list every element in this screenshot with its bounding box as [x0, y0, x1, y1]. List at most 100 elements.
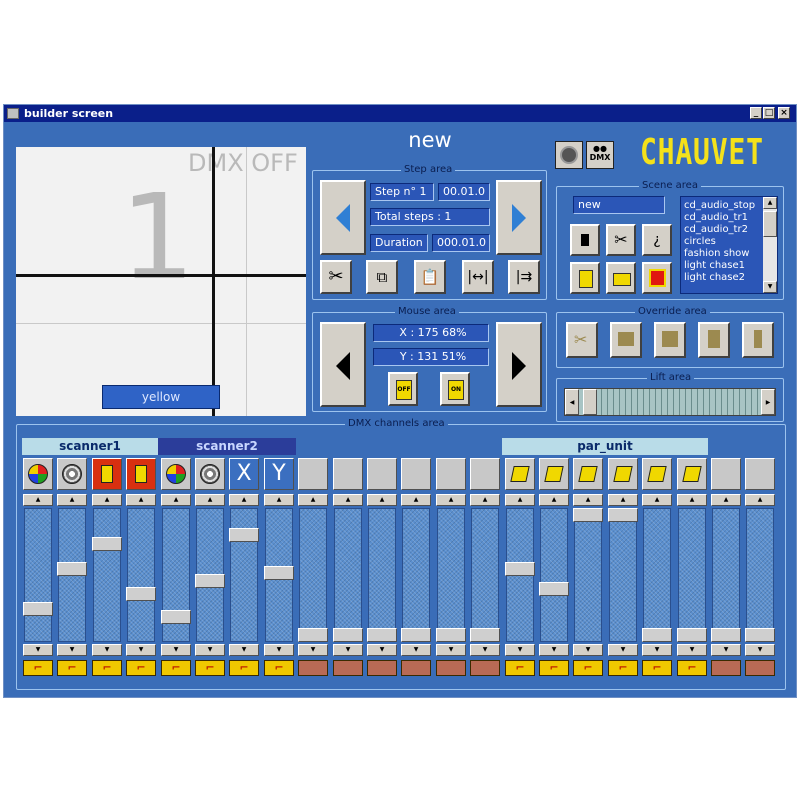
scroll-thumb[interactable]	[763, 211, 777, 237]
mouse-on-button[interactable]: ON	[440, 372, 470, 406]
open-scene-button[interactable]	[606, 262, 636, 294]
channel-down-button[interactable]: ▼	[92, 644, 122, 656]
override-button[interactable]	[654, 322, 686, 358]
scene-list-item[interactable]: circles	[684, 236, 716, 247]
channel-fader-knob[interactable]	[126, 587, 156, 601]
channel-fader-track[interactable]	[540, 508, 568, 642]
channel-down-button[interactable]: ▼	[608, 644, 638, 656]
copy-step-button[interactable]: ⧉	[366, 260, 398, 294]
step-mode-button[interactable]: ⌐	[642, 660, 672, 676]
channel-down-button[interactable]: ▼	[470, 644, 500, 656]
channel-up-button[interactable]: ▲	[608, 494, 638, 506]
channel-fader-knob[interactable]	[92, 537, 122, 551]
scroll-up-button[interactable]: ▲	[763, 197, 777, 209]
fade-mode-button[interactable]	[470, 660, 500, 676]
channel-fader-knob[interactable]	[264, 566, 294, 580]
step-time-field[interactable]: 00.01.0	[438, 183, 490, 201]
channel-up-button[interactable]: ▲	[745, 494, 775, 506]
scene-list-item[interactable]: light chase2	[684, 272, 745, 283]
channel-up-button[interactable]: ▲	[505, 494, 535, 506]
previous-step-button[interactable]	[320, 180, 366, 255]
step-mode-button[interactable]: ⌐	[608, 660, 638, 676]
channel-down-button[interactable]: ▼	[367, 644, 397, 656]
override-button[interactable]	[698, 322, 730, 358]
maximize-button[interactable]: □	[763, 107, 775, 119]
channel-up-button[interactable]: ▲	[573, 494, 603, 506]
channel-fader-knob[interactable]	[333, 628, 363, 642]
scene-list-item[interactable]: cd_audio_stop	[684, 200, 755, 211]
mouse-right-button[interactable]	[496, 322, 542, 407]
channel-down-button[interactable]: ▼	[505, 644, 535, 656]
channel-up-button[interactable]: ▲	[367, 494, 397, 506]
channel-down-button[interactable]: ▼	[229, 644, 259, 656]
step-mode-button[interactable]: ⌐	[264, 660, 294, 676]
step-mode-button[interactable]: ⌐	[161, 660, 191, 676]
channel-up-button[interactable]: ▲	[333, 494, 363, 506]
channel-function-button[interactable]	[298, 458, 328, 490]
channel-fader-knob[interactable]	[367, 628, 397, 642]
fade-mode-button[interactable]	[745, 660, 775, 676]
channel-function-button[interactable]	[539, 458, 569, 490]
channel-down-button[interactable]: ▼	[298, 644, 328, 656]
channel-down-button[interactable]: ▼	[161, 644, 191, 656]
channel-fader-knob[interactable]	[573, 508, 603, 522]
channel-function-button[interactable]	[608, 458, 638, 490]
channel-down-button[interactable]: ▼	[745, 644, 775, 656]
channel-function-button[interactable]	[401, 458, 431, 490]
fade-mode-button[interactable]	[436, 660, 466, 676]
channel-up-button[interactable]: ▲	[23, 494, 53, 506]
channel-down-button[interactable]: ▼	[711, 644, 741, 656]
scene-list-item[interactable]: cd_audio_tr1	[684, 212, 748, 223]
channel-fader-knob[interactable]	[401, 628, 431, 642]
scene-name-field[interactable]: new	[573, 196, 665, 214]
channel-up-button[interactable]: ▲	[92, 494, 122, 506]
channel-fader-track[interactable]	[609, 508, 637, 642]
next-step-button[interactable]	[496, 180, 542, 255]
new-scene-button[interactable]	[570, 262, 600, 294]
channel-fader-track[interactable]	[712, 508, 740, 642]
mouse-left-button[interactable]	[320, 322, 366, 407]
channel-function-button[interactable]	[436, 458, 466, 490]
channel-down-button[interactable]: ▼	[333, 644, 363, 656]
append-step-button[interactable]: |⇉	[508, 260, 540, 294]
channel-function-button[interactable]	[23, 458, 53, 490]
minimize-button[interactable]: _	[750, 107, 762, 119]
channel-fader-knob[interactable]	[608, 508, 638, 522]
channel-fader-knob[interactable]	[161, 610, 191, 624]
channel-fader-track[interactable]	[678, 508, 706, 642]
override-button[interactable]	[610, 322, 642, 358]
step-mode-button[interactable]: ⌐	[126, 660, 156, 676]
channel-fader-knob[interactable]	[745, 628, 775, 642]
channel-up-button[interactable]: ▲	[642, 494, 672, 506]
channel-function-button[interactable]	[745, 458, 775, 490]
channel-down-button[interactable]: ▼	[642, 644, 672, 656]
channel-fader-track[interactable]	[93, 508, 121, 642]
channel-down-button[interactable]: ▼	[573, 644, 603, 656]
channel-fader-knob[interactable]	[57, 562, 87, 576]
lift-slider[interactable]: ◀ ▶	[564, 388, 776, 416]
channel-fader-track[interactable]	[437, 508, 465, 642]
channel-fader-track[interactable]	[471, 508, 499, 642]
channel-up-button[interactable]: ▲	[401, 494, 431, 506]
channel-up-button[interactable]: ▲	[126, 494, 156, 506]
channel-function-button[interactable]	[92, 458, 122, 490]
scene-info-button[interactable]: ¿	[642, 224, 672, 256]
channel-fader-knob[interactable]	[642, 628, 672, 642]
scene-list-item[interactable]: cd_audio_tr2	[684, 224, 748, 235]
channel-fader-knob[interactable]	[195, 574, 225, 588]
scene-list-item[interactable]: light chase1	[684, 260, 745, 271]
lift-slider-thumb[interactable]	[583, 389, 597, 415]
lift-left-button[interactable]: ◀	[565, 389, 579, 415]
cut-scene-button[interactable]: ✂	[606, 224, 636, 256]
audio-speaker-icon[interactable]	[555, 141, 583, 169]
channel-function-button[interactable]	[711, 458, 741, 490]
channel-fader-knob[interactable]	[298, 628, 328, 642]
close-button[interactable]: ×	[778, 107, 790, 119]
step-mode-button[interactable]: ⌐	[539, 660, 569, 676]
scroll-down-button[interactable]: ▼	[763, 281, 777, 293]
mouse-off-button[interactable]: OFF	[388, 372, 418, 406]
channel-fader-track[interactable]	[746, 508, 774, 642]
step-mode-button[interactable]: ⌐	[195, 660, 225, 676]
stop-scene-button[interactable]	[570, 224, 600, 256]
channel-fader-knob[interactable]	[505, 562, 535, 576]
